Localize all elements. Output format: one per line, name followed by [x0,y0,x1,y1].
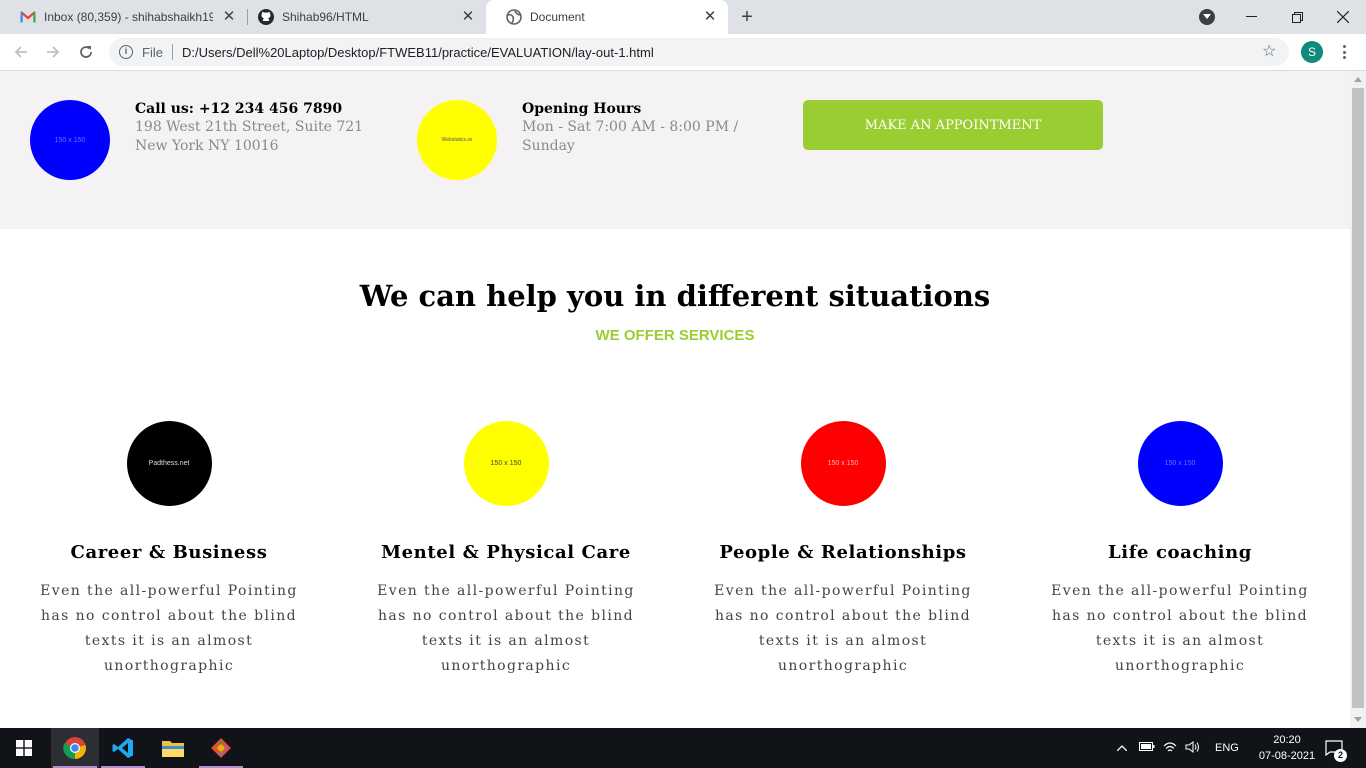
placeholder-image-blue: 150 x 150 [30,100,110,180]
tab-title: Shihab96/HTML [282,10,369,24]
service-card-career: Padthess.net Career & Business Even the … [24,421,314,679]
section-subheading: WE OFFER SERVICES [595,327,755,344]
contact-info: Call us: +12 234 456 7890 198 West 21th … [135,101,395,156]
tab-title: Document [530,10,585,24]
contact-topbar: 150 x 150 Call us: +12 234 456 7890 198 … [0,71,1350,229]
service-image: 150 x 150 [1137,421,1223,506]
service-card-care: 150 x 150 Mentel & Physical Care Even th… [361,421,651,679]
service-description: Even the all-powerful Pointing has no co… [40,583,298,674]
service-image: Padthess.net [126,421,212,506]
service-card-coaching: 150 x 150 Life coaching Even the all-pow… [1035,421,1325,679]
new-tab-button[interactable]: + [737,7,757,27]
placeholder-text: 150 x 150 [54,136,86,144]
close-tab-icon[interactable]: ✕ [221,9,237,25]
gmail-icon [20,9,36,25]
placeholder-text: Webstatics.ss [441,137,473,143]
page-viewport: 150 x 150 Call us: +12 234 456 7890 198 … [0,71,1350,728]
close-tab-icon[interactable]: ✕ [460,9,476,25]
minimize-button[interactable] [1228,0,1274,34]
windows-taskbar: ENG 20:20 07-08-2021 2 [0,728,1366,768]
service-title: Life coaching [1108,542,1252,563]
vscode-icon[interactable] [99,728,147,768]
opening-hours: Opening Hours Mon - Sat 7:00 AM - 8:00 P… [522,101,752,156]
omnibox-divider [171,44,173,60]
volume-icon[interactable] [1185,740,1201,756]
scroll-up-arrow-icon[interactable] [1354,77,1362,82]
git-icon[interactable] [197,728,245,768]
chrome-icon[interactable] [51,728,99,768]
show-hidden-icons-icon[interactable] [1114,742,1130,754]
clock-time: 20:20 [1273,734,1301,746]
service-title: People & Relationships [719,542,967,563]
address-text: 198 West 21th Street, Suite 721 New York… [135,119,364,154]
system-tray: ENG [1114,728,1239,768]
service-description: Even the all-powerful Pointing has no co… [1051,583,1309,674]
tab-title: Inbox (80,359) - shihabshaikh199 [44,10,213,24]
wifi-icon[interactable] [1163,741,1177,756]
close-window-button[interactable] [1320,0,1366,34]
language-indicator[interactable]: ENG [1215,742,1239,754]
service-title: Mentel & Physical Care [381,542,631,563]
tab-gmail[interactable]: Inbox (80,359) - shihabshaikh199 ✕ [0,0,247,34]
address-bar[interactable]: i File D:/Users/Dell%20Laptop/Desktop/FT… [109,38,1289,66]
url-text[interactable]: D:/Users/Dell%20Laptop/Desktop/FTWEB11/p… [182,45,654,60]
clock[interactable]: 20:20 07-08-2021 [1252,732,1322,764]
service-description: Even the all-powerful Pointing has no co… [377,583,635,674]
tab-github[interactable]: Shihab96/HTML ✕ [238,0,486,34]
tab-search-icon[interactable] [1199,9,1215,25]
windows-start-icon[interactable] [0,728,48,768]
tab-document[interactable]: Document ✕ [486,0,728,34]
site-info-icon[interactable]: i [119,45,133,59]
back-button[interactable] [8,40,34,64]
profile-avatar[interactable]: S [1301,41,1323,63]
clock-date: 07-08-2021 [1258,750,1316,762]
service-description: Even the all-powerful Pointing has no co… [714,583,972,674]
scrollbar-thumb[interactable] [1352,88,1364,708]
close-tab-icon[interactable]: ✕ [702,9,718,25]
phone-heading: Call us: +12 234 456 7890 [135,101,343,117]
globe-icon [506,9,522,25]
placeholder-image-yellow: Webstatics.ss [417,100,497,180]
placeholder-text: 150 x 150 [1164,460,1196,467]
placeholder-text: 150 x 150 [490,460,522,467]
make-appointment-button[interactable]: MAKE AN APPOINTMENT [803,100,1103,150]
placeholder-text: 150 x 150 [827,460,859,467]
forward-button[interactable] [40,40,66,64]
hours-text: Mon - Sat 7:00 AM - 8:00 PM / Sunday [522,119,739,154]
bookmark-star-icon[interactable]: ☆ [1262,44,1276,60]
browser-menu-icon[interactable] [1336,42,1352,62]
service-image: 150 x 150 [463,421,549,506]
restore-button[interactable] [1274,0,1320,34]
notification-count-badge: 2 [1334,749,1347,762]
placeholder-text: Padthess.net [148,460,190,467]
github-icon [258,9,274,25]
section-heading: We can help you in different situations [359,279,991,313]
service-title: Career & Business [70,542,268,563]
file-explorer-icon[interactable] [149,728,197,768]
reload-button[interactable] [73,40,99,64]
browser-tab-strip: Inbox (80,359) - shihabshaikh199 ✕ Shiha… [0,0,1366,34]
page-scrollbar[interactable] [1350,71,1366,728]
scheme-label: File [142,44,163,60]
battery-icon[interactable] [1139,742,1155,754]
service-card-relationships: 150 x 150 People & Relationships Even th… [698,421,988,679]
scroll-down-arrow-icon[interactable] [1354,717,1362,722]
service-image: 150 x 150 [800,421,886,506]
notification-center-icon[interactable] [1324,728,1344,768]
browser-toolbar: i File D:/Users/Dell%20Laptop/Desktop/FT… [0,34,1366,71]
hours-heading: Opening Hours [522,101,642,117]
